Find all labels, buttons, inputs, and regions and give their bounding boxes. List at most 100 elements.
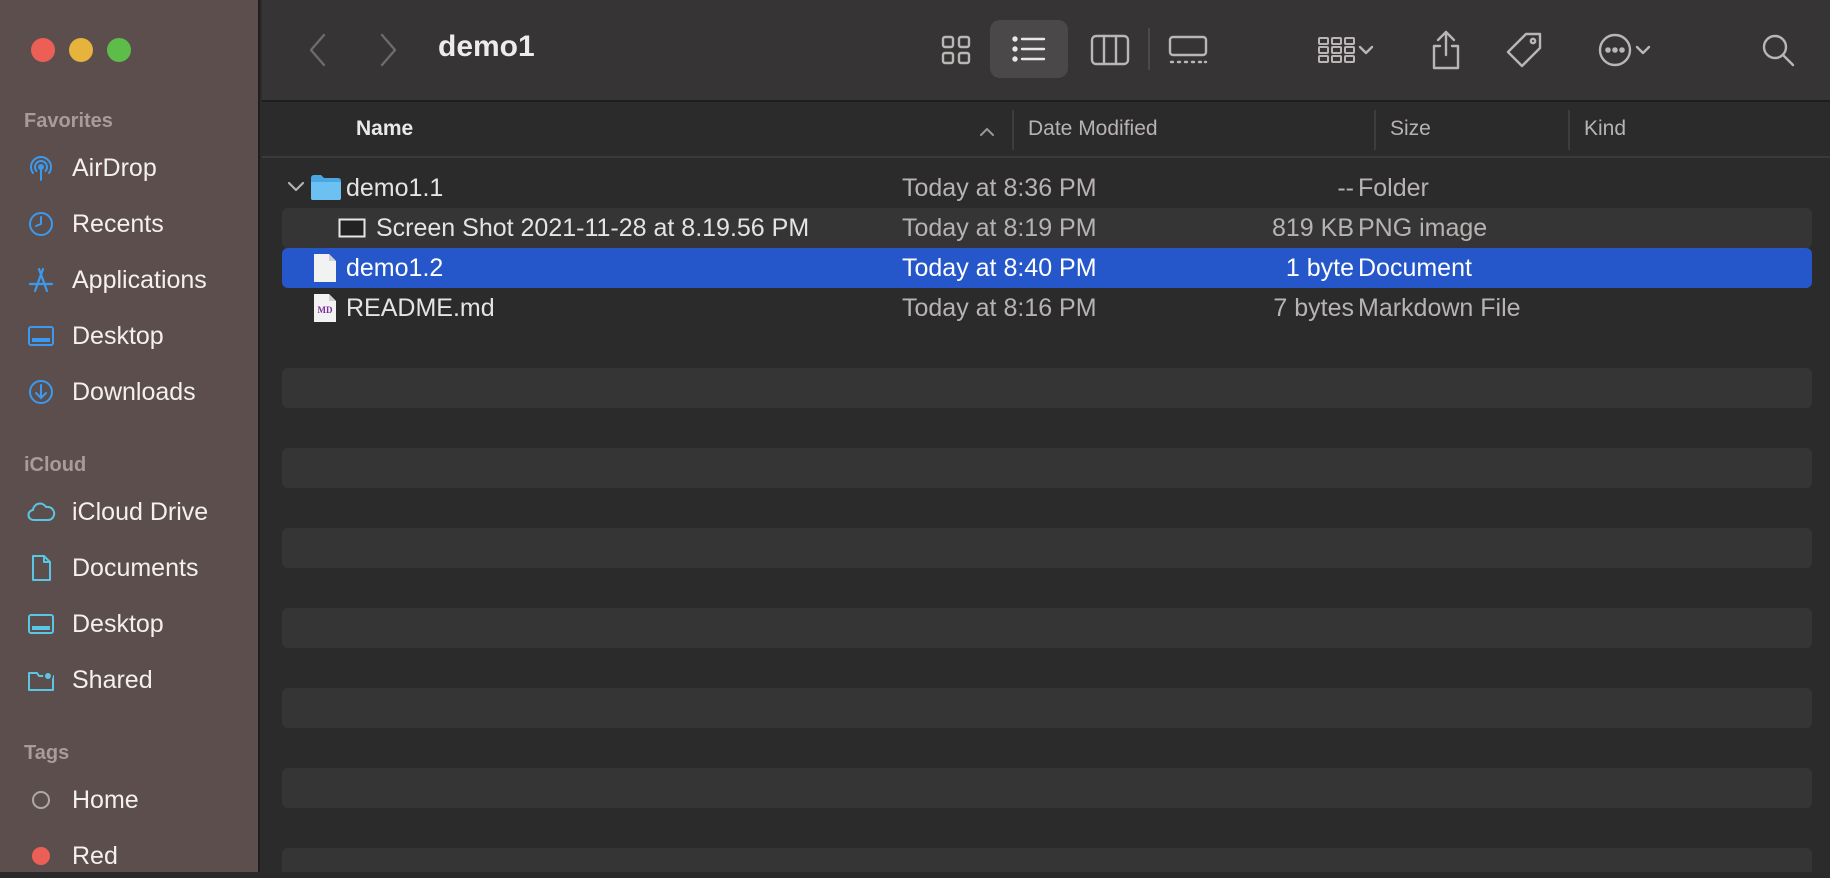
search-button[interactable] (1754, 26, 1802, 74)
zoom-window-button[interactable] (107, 38, 131, 62)
sidebar-item-label: AirDrop (72, 153, 157, 182)
chevron-down-icon (1358, 45, 1374, 55)
markdown-file-icon: MD (314, 294, 336, 322)
gallery-view-button[interactable] (1158, 24, 1218, 76)
column-divider[interactable] (1012, 110, 1014, 150)
desktop-icon (24, 607, 58, 641)
screenshot-icon (338, 218, 366, 238)
minimize-window-button[interactable] (69, 38, 93, 62)
window-controls (31, 38, 131, 62)
sidebar-item-applications[interactable]: Applications (24, 258, 244, 302)
clock-icon (24, 207, 58, 241)
sidebar-item-label: Desktop (72, 321, 164, 350)
file-date: Today at 8:16 PM (902, 294, 1097, 322)
forward-button[interactable] (368, 28, 408, 72)
sidebar-section-favorites: Favorites (24, 110, 113, 132)
file-name: demo1.2 (346, 254, 444, 282)
file-name: README.md (346, 294, 495, 322)
sidebar-item-icloud-desktop[interactable]: Desktop (24, 602, 244, 646)
file-name: demo1.1 (346, 174, 444, 202)
sidebar-item-label: Red (72, 841, 118, 870)
empty-row-stripe (282, 768, 1812, 808)
applications-icon (24, 263, 58, 297)
file-name: Screen Shot 2021-11-28 at 8.19.56 PM (376, 214, 810, 242)
file-size: -- (1337, 174, 1354, 202)
empty-row-stripe (282, 688, 1812, 728)
file-kind: Folder (1358, 174, 1429, 202)
tag-circle-icon (24, 839, 58, 873)
icon-view-button[interactable] (930, 24, 982, 76)
markdown-icon-label: MD (318, 305, 333, 315)
share-button[interactable] (1422, 22, 1470, 78)
column-divider[interactable] (1374, 110, 1376, 150)
column-headers: Name Date Modified Size Kind (262, 104, 1830, 158)
sidebar-item-desktop[interactable]: Desktop (24, 314, 244, 358)
sidebar-item-documents[interactable]: Documents (24, 546, 244, 590)
group-grid-icon (1318, 37, 1355, 63)
search-icon (1762, 34, 1795, 67)
close-window-button[interactable] (31, 38, 55, 62)
sidebar-section-tags: Tags (24, 742, 70, 764)
finder-window: Favorites AirDrop Recents Applications D… (0, 0, 1830, 872)
column-divider[interactable] (1568, 110, 1570, 150)
file-kind: Document (1358, 254, 1472, 282)
table-row[interactable]: demo1.1 Today at 8:36 PM -- Folder (282, 168, 1812, 208)
sidebar-item-label: Home (72, 785, 139, 814)
file-kind: PNG image (1358, 214, 1488, 242)
column-header-kind[interactable]: Kind (1584, 117, 1626, 141)
window-title: demo1 (438, 30, 535, 63)
table-row[interactable]: Screen Shot 2021-11-28 at 8.19.56 PM Tod… (282, 208, 1812, 248)
sidebar-item-recents[interactable]: Recents (24, 202, 244, 246)
empty-row-stripe (282, 848, 1812, 872)
file-size: 819 KB (1271, 214, 1354, 242)
column-header-date-modified[interactable]: Date Modified (1028, 117, 1158, 141)
tags-button[interactable] (1498, 24, 1550, 76)
document-icon (24, 551, 58, 585)
empty-row-stripe (282, 528, 1812, 568)
empty-row-stripe (282, 368, 1812, 408)
sidebar-item-label: Documents (72, 553, 199, 582)
desktop-icon (24, 319, 58, 353)
sidebar-tag-red[interactable]: Red (24, 834, 244, 878)
column-view-button[interactable] (1082, 24, 1138, 76)
sidebar-item-shared[interactable]: Shared (24, 658, 244, 702)
file-date: Today at 8:36 PM (902, 174, 1097, 202)
tag-icon (1506, 32, 1542, 68)
file-date: Today at 8:19 PM (902, 214, 1097, 242)
disclosure-chevron-down-icon[interactable] (286, 180, 306, 194)
column-header-size[interactable]: Size (1390, 117, 1431, 141)
more-actions-button[interactable] (1582, 24, 1666, 76)
sidebar-item-label: Shared (72, 665, 153, 694)
list-view-button[interactable] (990, 20, 1068, 78)
toolbar-separator (1148, 28, 1150, 70)
table-row[interactable]: MD README.md Today at 8:16 PM 7 bytes Ma… (282, 288, 1812, 328)
folder-icon (311, 175, 341, 200)
group-by-button[interactable] (1306, 24, 1386, 76)
column-header-name[interactable]: Name (356, 117, 413, 141)
sidebar-item-label: Downloads (72, 377, 196, 406)
empty-row-stripe (282, 608, 1812, 648)
empty-row-stripe (282, 448, 1812, 488)
list-icon (1012, 36, 1046, 62)
sidebar-item-downloads[interactable]: Downloads (24, 370, 244, 414)
file-date: Today at 8:40 PM (902, 254, 1097, 282)
chevron-right-icon (380, 33, 397, 67)
grid-icon (941, 35, 971, 65)
share-icon (1432, 30, 1460, 70)
chevron-left-icon (309, 33, 326, 67)
cloud-icon (24, 495, 58, 529)
sidebar-item-label: iCloud Drive (72, 497, 209, 526)
sidebar: Favorites AirDrop Recents Applications D… (0, 0, 260, 872)
table-row-selected[interactable]: demo1.2 Today at 8:40 PM 1 byte Document (282, 248, 1812, 288)
back-button[interactable] (298, 28, 338, 72)
shared-folder-icon (24, 663, 58, 697)
sidebar-item-icloud-drive[interactable]: iCloud Drive (24, 490, 244, 534)
sort-ascending-icon (980, 127, 994, 136)
sidebar-tag-home[interactable]: Home (24, 778, 244, 822)
file-size: 1 byte (1285, 254, 1354, 282)
gallery-icon (1168, 35, 1208, 64)
sidebar-item-airdrop[interactable]: AirDrop (24, 146, 244, 190)
columns-icon (1090, 34, 1130, 66)
file-kind: Markdown File (1358, 294, 1521, 322)
chevron-down-icon (1635, 45, 1651, 55)
